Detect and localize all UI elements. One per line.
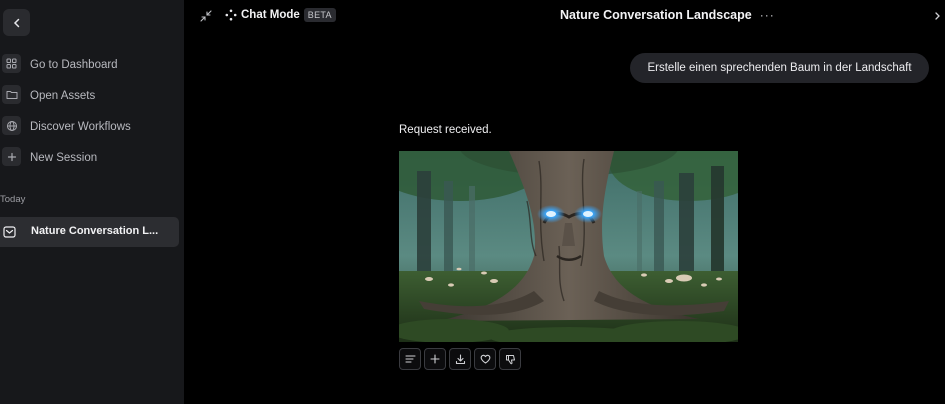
thumbs-down-icon (505, 354, 515, 364)
app-window: Go to Dashboard Open Assets Discover Wor… (0, 0, 945, 404)
more-options-button[interactable]: ··· (760, 8, 775, 22)
sparkle-icon (225, 9, 237, 21)
add-button[interactable] (424, 348, 446, 370)
chat-mode-selector[interactable]: Chat Mode BETA (225, 7, 336, 23)
session-label: Nature Conversation L... (31, 225, 159, 237)
sidebar-item-workflows[interactable]: Discover Workflows (0, 115, 184, 139)
section-label-today: Today (0, 194, 26, 205)
sidebar-item-label: Discover Workflows (30, 121, 131, 133)
sidebar-item-assets[interactable]: Open Assets (0, 84, 184, 108)
plus-icon (430, 354, 440, 364)
grid-icon (2, 54, 21, 73)
page-title: Nature Conversation Landscape (560, 8, 752, 22)
folder-icon (2, 85, 21, 104)
assistant-message-text: Request received. (399, 124, 492, 136)
user-message-text: Erstelle einen sprechenden Baum in der L… (647, 62, 912, 74)
beta-badge: BETA (303, 8, 336, 22)
collapse-sidebar-button[interactable] (3, 9, 30, 36)
download-button[interactable] (449, 348, 471, 370)
chat-mode-label: Chat Mode (241, 9, 300, 21)
title-area: Nature Conversation Landscape ··· (560, 7, 775, 23)
sidebar: Go to Dashboard Open Assets Discover Wor… (0, 0, 184, 404)
text-details-button[interactable] (399, 348, 421, 370)
text-icon (404, 355, 416, 363)
chat-icon (1, 224, 17, 240)
globe-icon (2, 116, 21, 135)
user-message-bubble: Erstelle einen sprechenden Baum in der L… (630, 53, 929, 83)
dislike-button[interactable] (499, 348, 521, 370)
download-icon (455, 353, 465, 364)
sidebar-item-label: New Session (30, 152, 98, 164)
minimize-icon (200, 10, 212, 22)
panel-icon (935, 12, 940, 20)
generated-image[interactable] (399, 151, 738, 342)
expand-panel-button[interactable] (934, 8, 945, 24)
sidebar-item-new-session[interactable]: New Session (0, 146, 184, 170)
minimize-button[interactable] (196, 6, 216, 26)
sidebar-item-dashboard[interactable]: Go to Dashboard (0, 53, 184, 77)
like-button[interactable] (474, 348, 496, 370)
heart-icon (480, 354, 490, 364)
session-item[interactable]: Nature Conversation L... (0, 217, 179, 247)
chevron-left-icon (13, 18, 19, 27)
image-action-bar (399, 348, 521, 370)
sidebar-item-label: Open Assets (30, 90, 96, 102)
plus-icon (2, 147, 21, 166)
sidebar-item-label: Go to Dashboard (30, 59, 118, 71)
